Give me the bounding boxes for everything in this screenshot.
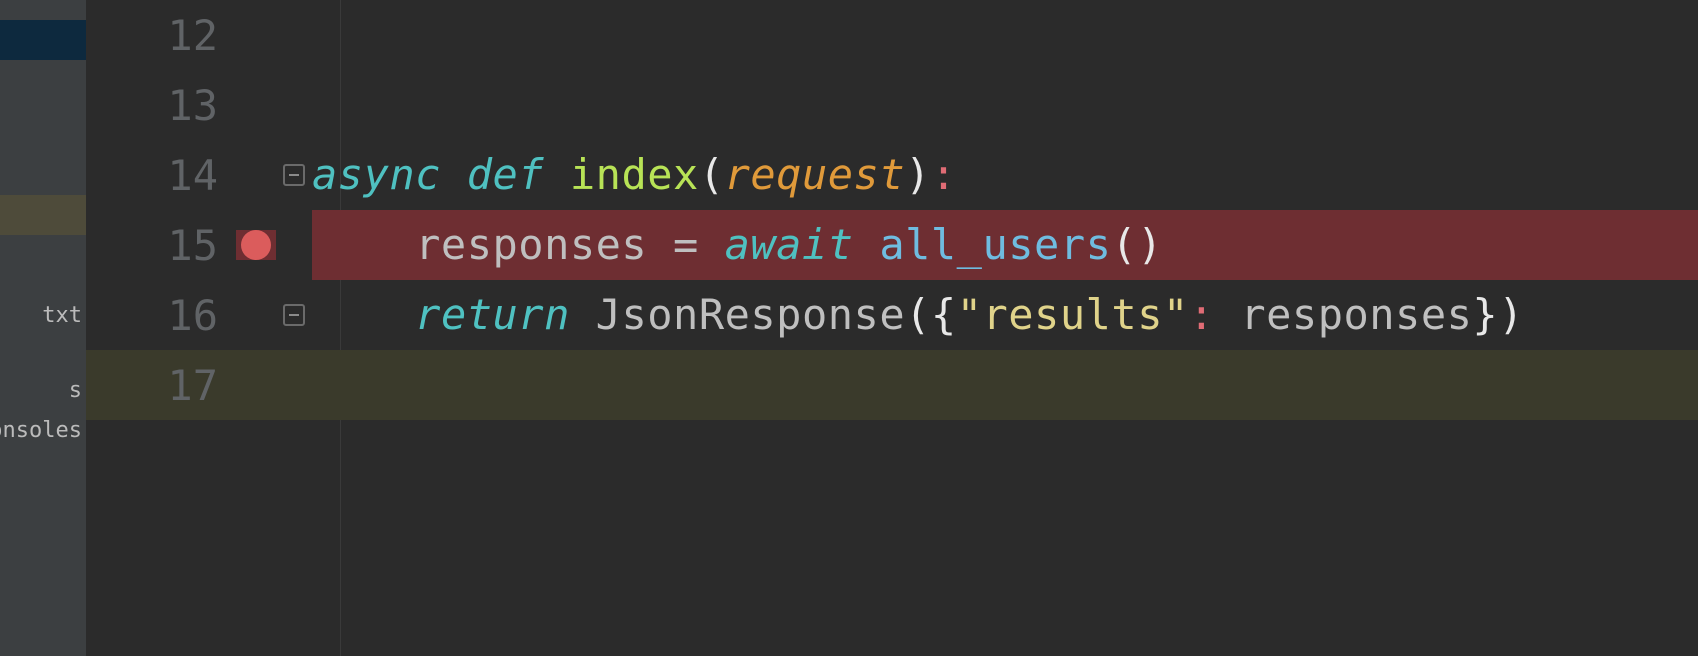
code-token: : — [1189, 290, 1241, 339]
code-token: ) — [905, 150, 931, 199]
code-editor[interactable]: 121314async def index(request):15 respon… — [86, 0, 1698, 656]
code-line[interactable]: 16 return JsonResponse({"results": respo… — [86, 280, 1698, 350]
code-line[interactable]: 12 — [86, 0, 1698, 70]
code-token: responses — [1240, 290, 1472, 339]
code-token: = — [673, 220, 725, 269]
code-token: : — [931, 150, 957, 199]
code-line[interactable]: 14 async def index(request): — [86, 140, 1698, 210]
code-token: responses — [312, 220, 673, 269]
code-token: index — [570, 150, 699, 199]
breakpoint-icon[interactable] — [241, 230, 271, 260]
line-number: 17 — [86, 361, 236, 410]
code-token: ({ — [905, 290, 957, 339]
code-token — [312, 290, 415, 339]
line-number: 12 — [86, 11, 236, 60]
code-token: def — [467, 150, 570, 199]
code-token: all_users — [879, 220, 1111, 269]
fold-gutter[interactable] — [276, 304, 312, 326]
sidebar-item[interactable] — [0, 195, 86, 235]
file-tree-sidebar[interactable]: txt sonsoles — [0, 0, 86, 656]
code-token: "results" — [957, 290, 1189, 339]
code-text[interactable]: responses = await all_users() — [312, 210, 1698, 280]
line-number: 14 — [86, 151, 236, 200]
line-number: 13 — [86, 81, 236, 130]
sidebar-item[interactable]: txt — [0, 295, 86, 335]
code-token: await — [725, 220, 880, 269]
line-number: 16 — [86, 291, 236, 340]
code-text[interactable]: return JsonResponse({"results": response… — [312, 280, 1698, 350]
code-token: JsonResponse — [596, 290, 905, 339]
code-token: return — [415, 290, 596, 339]
code-line[interactable]: 17 — [86, 350, 1698, 420]
fold-collapse-icon[interactable] — [283, 164, 305, 186]
sidebar-item[interactable]: onsoles — [0, 410, 86, 450]
code-token: async — [312, 150, 467, 199]
fold-collapse-icon[interactable] — [283, 304, 305, 326]
code-text[interactable] — [312, 350, 1698, 420]
line-number: 15 — [86, 221, 236, 270]
code-text[interactable]: async def index(request): — [312, 140, 1698, 210]
code-token: }) — [1472, 290, 1524, 339]
sidebar-item[interactable] — [0, 20, 86, 60]
code-text[interactable] — [312, 70, 1698, 140]
code-token: request — [725, 150, 906, 199]
code-token: ( — [699, 150, 725, 199]
code-line[interactable]: 13 — [86, 70, 1698, 140]
app-root: txt sonsoles 12 13 14 async def index(reques… — [0, 0, 1698, 656]
breakpoint-gutter[interactable] — [236, 230, 276, 260]
fold-gutter[interactable] — [276, 164, 312, 186]
sidebar-item[interactable]: s — [0, 370, 86, 410]
code-line[interactable]: 15 responses = await all_users() — [86, 210, 1698, 280]
code-token: () — [1111, 220, 1163, 269]
code-text[interactable] — [312, 0, 1698, 70]
